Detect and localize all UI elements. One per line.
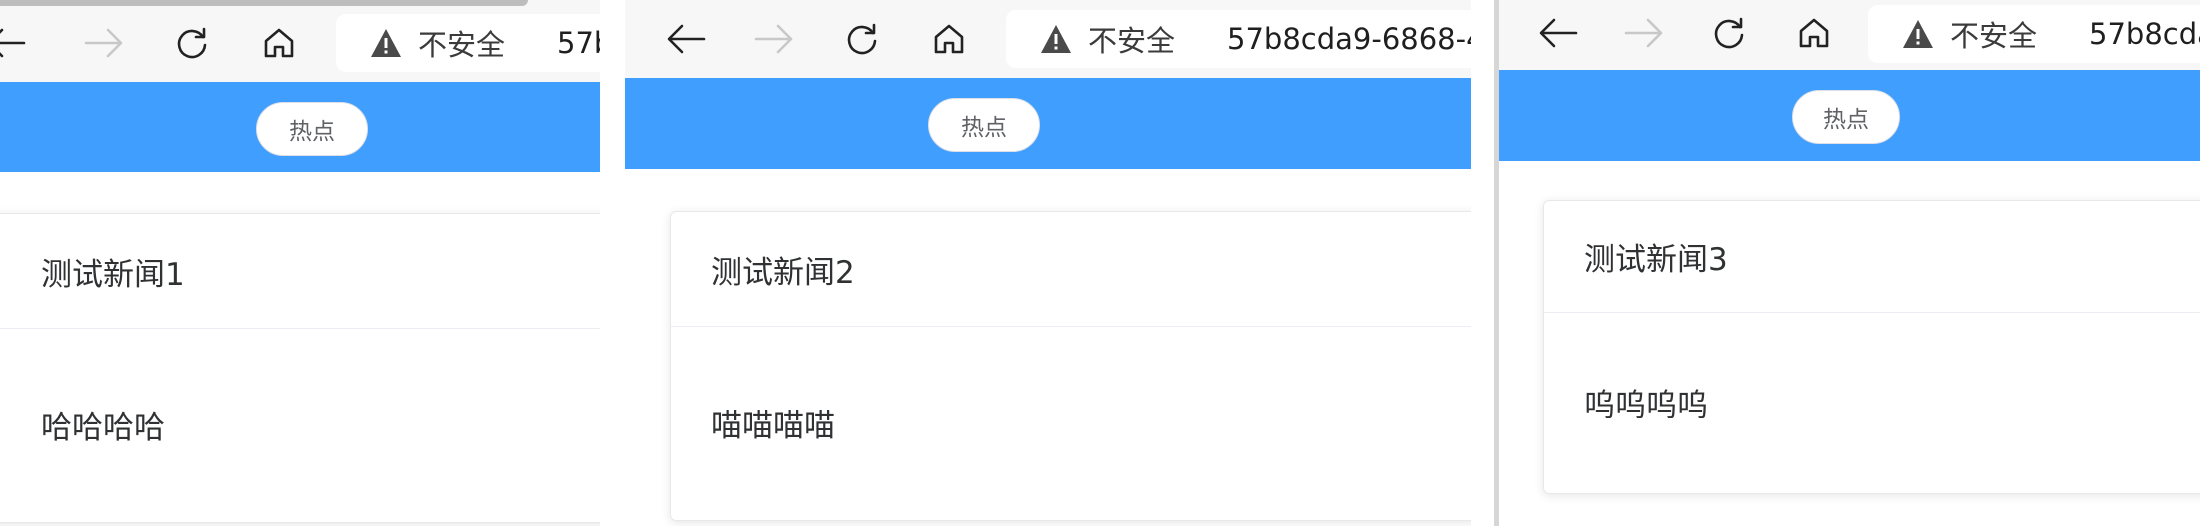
home-icon[interactable]	[253, 21, 305, 65]
panel-gap	[1471, 0, 1496, 526]
panel-divider	[1494, 0, 1499, 526]
news-card: 测试新闻3 呜呜呜呜	[1543, 200, 2200, 494]
news-title: 测试新闻3	[1584, 242, 1728, 278]
news-card-header: 测试新闻1	[0, 214, 600, 329]
warning-icon[interactable]	[1902, 19, 1934, 49]
top-nav-bar: 热点	[1496, 70, 2200, 161]
news-content: 哈哈哈哈	[41, 409, 165, 446]
news-card-body: 喵喵喵喵	[671, 327, 1471, 517]
home-icon[interactable]	[1788, 11, 1840, 55]
hot-tab-button[interactable]: 热点	[928, 98, 1040, 152]
url-text[interactable]: 57b8cda9-6868-46b	[2089, 17, 2200, 51]
news-card: 测试新闻2 喵喵喵喵	[670, 211, 1471, 521]
news-card-header: 测试新闻3	[1544, 201, 2200, 313]
news-card: 测试新闻1 哈哈哈哈	[0, 213, 600, 523]
browser-panel-1: 不安全 57b8cda9-6868-46b 热点 测试新闻1 哈哈哈哈	[0, 0, 600, 526]
url-text[interactable]: 57b8cda9-6868-46b	[557, 26, 600, 60]
warning-icon[interactable]	[370, 28, 402, 58]
home-icon[interactable]	[923, 17, 975, 61]
security-label: 不安全	[1950, 19, 2038, 53]
security-label: 不安全	[1088, 24, 1176, 58]
browser-toolbar: 不安全 57b8cda9-6868-46b	[625, 0, 1471, 78]
warning-icon[interactable]	[1040, 24, 1072, 54]
forward-icon	[1618, 11, 1670, 55]
address-bar[interactable]: 不安全 57b8cda9-6868-46b	[1006, 10, 1471, 68]
panel-gap	[600, 0, 625, 526]
browser-panel-3: 不安全 57b8cda9-6868-46b 热点 测试新闻3 呜呜呜呜	[1496, 0, 2200, 526]
news-card-header: 测试新闻2	[671, 212, 1471, 327]
news-content: 喵喵喵喵	[711, 407, 835, 444]
url-text[interactable]: 57b8cda9-6868-46b	[1227, 22, 1471, 56]
browser-toolbar: 不安全 57b8cda9-6868-46b	[1496, 0, 2200, 70]
reload-icon[interactable]	[166, 21, 218, 65]
news-card-body: 哈哈哈哈	[0, 329, 600, 519]
back-icon[interactable]	[0, 21, 32, 65]
top-nav-bar: 热点	[625, 78, 1471, 169]
back-icon[interactable]	[660, 17, 712, 61]
top-nav-bar: 热点	[0, 82, 600, 172]
browser-panel-2: 不安全 57b8cda9-6868-46b 热点 测试新闻2 喵喵喵喵	[625, 0, 1471, 526]
forward-icon	[78, 21, 130, 65]
reload-icon[interactable]	[836, 17, 888, 61]
address-bar[interactable]: 不安全 57b8cda9-6868-46b	[336, 14, 600, 72]
news-card-body: 呜呜呜呜	[1544, 313, 2200, 491]
news-content: 呜呜呜呜	[1584, 387, 1708, 424]
news-title: 测试新闻1	[41, 256, 185, 293]
reload-icon[interactable]	[1703, 11, 1755, 55]
hot-tab-button[interactable]: 热点	[1792, 90, 1900, 144]
news-title: 测试新闻2	[711, 254, 855, 291]
security-label: 不安全	[418, 28, 506, 62]
hot-tab-button[interactable]: 热点	[256, 102, 368, 156]
tab-strip	[0, 0, 528, 6]
browser-toolbar: 不安全 57b8cda9-6868-46b	[0, 0, 600, 82]
address-bar[interactable]: 不安全 57b8cda9-6868-46b	[1868, 5, 2200, 63]
back-icon[interactable]	[1532, 11, 1584, 55]
forward-icon	[748, 17, 800, 61]
